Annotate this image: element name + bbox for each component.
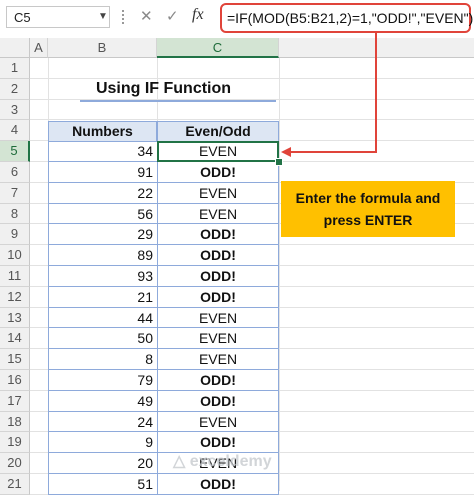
watermark-text: exceldemy bbox=[189, 453, 272, 470]
callout-text: Enter the formula and press ENTER bbox=[295, 190, 441, 228]
annotation-arrow bbox=[281, 33, 377, 157]
watermark-logo: △ exceldemy bbox=[173, 453, 272, 470]
instruction-callout: Enter the formula and press ENTER bbox=[281, 181, 455, 237]
